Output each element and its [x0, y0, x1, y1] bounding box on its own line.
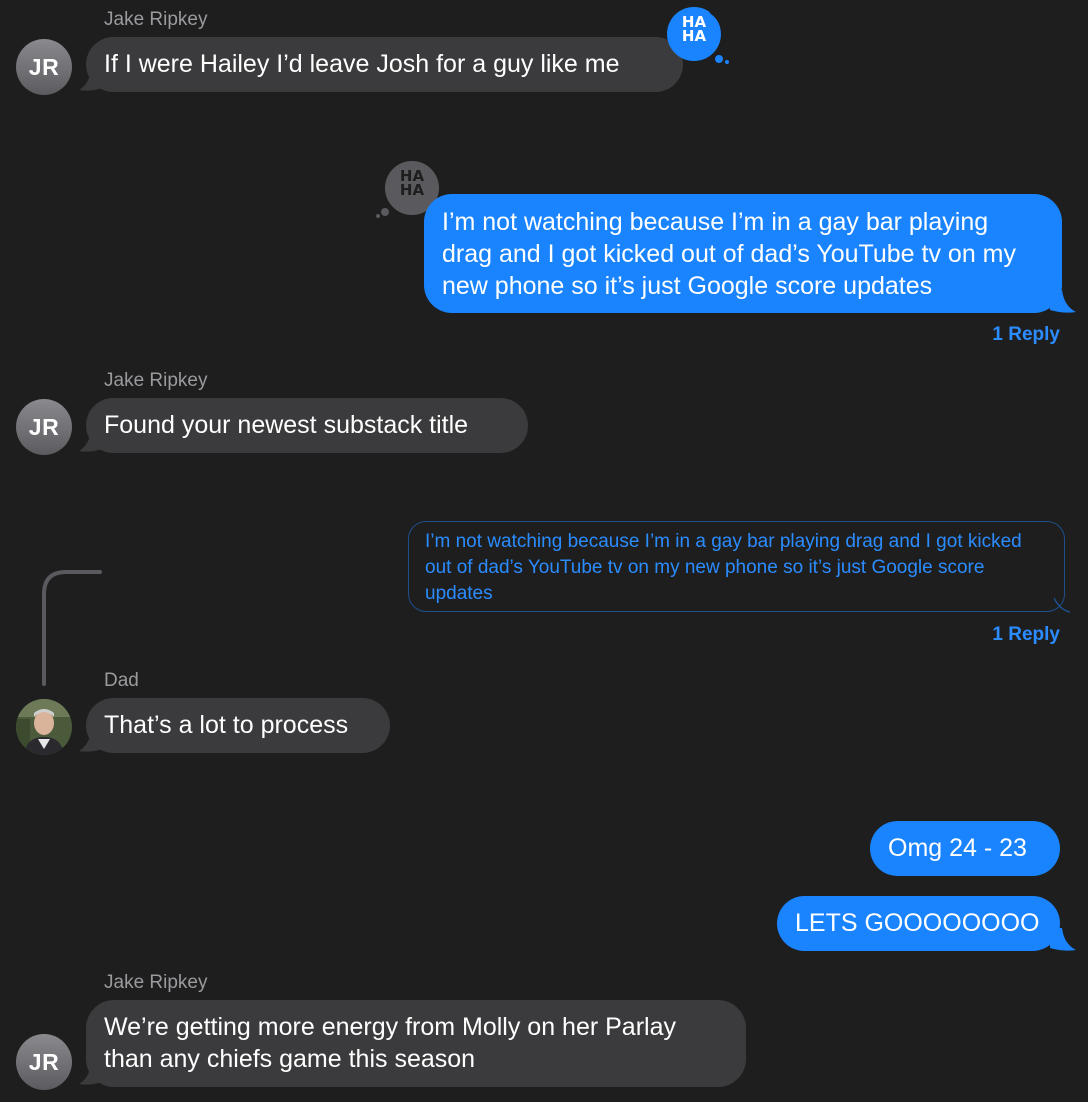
sender-name: Jake Ripkey: [104, 972, 208, 993]
sender-name: Jake Ripkey: [104, 9, 208, 30]
message-bubble[interactable]: If I were Hailey I’d leave Josh for a gu…: [86, 37, 683, 92]
bubble-tail: [1050, 290, 1076, 313]
thread-connector-line: [42, 570, 102, 686]
sender-name: Dad: [104, 670, 139, 691]
haha-tapback-label: HA HA: [400, 167, 425, 199]
reply-count-link[interactable]: 1 Reply: [992, 324, 1060, 346]
message-bubble[interactable]: LETS GOOOOOOOO: [777, 896, 1060, 951]
message-bubble[interactable]: We’re getting more energy from Molly on …: [86, 1000, 746, 1087]
sender-name: Jake Ripkey: [104, 370, 208, 391]
message-bubble[interactable]: Omg 24 - 23: [870, 821, 1060, 876]
haha-tapback-label: HA HA: [682, 13, 707, 45]
quoted-message[interactable]: I’m not watching because I’m in a gay ba…: [408, 521, 1065, 612]
avatar[interactable]: [16, 699, 72, 755]
bubble-tail: [1050, 928, 1076, 951]
avatar[interactable]: JR: [16, 39, 72, 95]
avatar[interactable]: JR: [16, 1034, 72, 1090]
avatar[interactable]: JR: [16, 399, 72, 455]
bubble-tail: [1054, 598, 1071, 613]
message-bubble[interactable]: I’m not watching because I’m in a gay ba…: [424, 194, 1062, 313]
message-bubble[interactable]: Found your newest substack title: [86, 398, 528, 453]
haha-tapback-icon[interactable]: HA HA: [664, 4, 734, 66]
reply-count-link[interactable]: 1 Reply: [992, 624, 1060, 646]
message-bubble[interactable]: That’s a lot to process: [86, 698, 390, 753]
dad-photo: [16, 699, 72, 755]
